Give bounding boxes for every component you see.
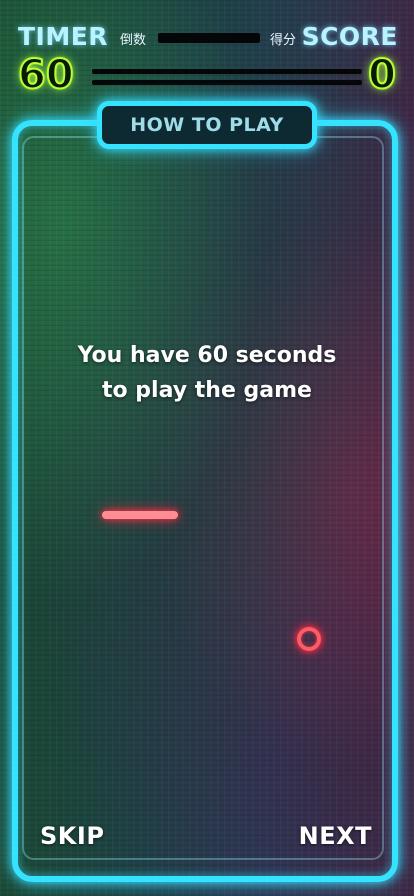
play-area-inner-border: [22, 136, 384, 860]
instruction-text: You have 60 seconds to play the game: [77, 343, 337, 403]
hud-divider-bottom: [92, 80, 362, 85]
panel-title: HOW TO PLAY: [130, 114, 284, 136]
next-button[interactable]: NEXT: [299, 822, 372, 850]
hud-divider-top: [158, 33, 260, 43]
timer-value: 60: [17, 51, 75, 99]
score-value: 0: [367, 51, 397, 99]
score-sub-label: 得分: [269, 33, 296, 48]
skip-button[interactable]: SKIP: [40, 822, 104, 850]
how-to-play-tab: HOW TO PLAY: [97, 101, 317, 149]
timer-sub-label: 倒数: [120, 33, 147, 48]
score-label: SCORE: [301, 22, 398, 51]
ball: [297, 627, 321, 651]
hud-divider-mid: [92, 69, 362, 74]
timer-label: TIMER: [18, 22, 109, 51]
paddle: [102, 511, 178, 519]
